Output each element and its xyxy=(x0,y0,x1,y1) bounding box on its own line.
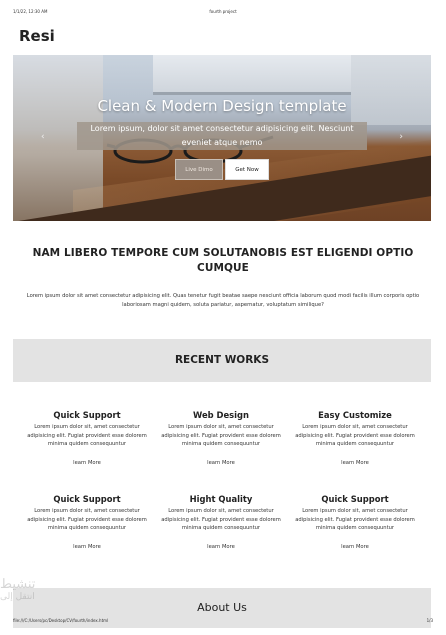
print-page-number: 1/3 xyxy=(426,618,433,623)
work-card: Hight Quality Lorem ipsum dolor sit, ame… xyxy=(158,492,284,552)
work-card-title: Hight Quality xyxy=(189,494,253,504)
work-card-text: Lorem ipsum dolor sit, amet consectetur … xyxy=(295,424,415,448)
hero-buttons: Live Dimo Get Now xyxy=(13,159,431,180)
get-now-button[interactable]: Get Now xyxy=(225,159,269,180)
print-title: fourth project xyxy=(209,9,237,14)
learn-more-link[interactable]: learn More xyxy=(341,460,369,466)
section-headline: NAM LIBERO TEMPORE CUM SOLUTANOBIS EST E… xyxy=(32,247,414,274)
work-card-text: Lorem ipsum dolor sit, amet consectetur … xyxy=(295,508,415,532)
learn-more-link[interactable]: learn More xyxy=(207,460,235,466)
hero-title: Clean & Modern Design template xyxy=(97,97,347,115)
work-card-title: Easy Customize xyxy=(318,410,392,420)
work-card-text: Lorem ipsum dolor sit, amet consectetur … xyxy=(161,424,281,448)
chevron-right-icon[interactable]: › xyxy=(399,132,403,142)
work-card-title: Quick Support xyxy=(53,494,121,504)
print-header: 1/1/22, 12:30 AM fourth project xyxy=(13,9,433,17)
work-card-title: Quick Support xyxy=(53,410,121,420)
intro-paragraph: Lorem ipsum dolor sit amet consectetur a… xyxy=(26,293,420,308)
recent-works-heading: RECENT WORKS xyxy=(174,354,270,366)
work-card-text: Lorem ipsum dolor sit, amet consectetur … xyxy=(27,424,147,448)
work-card-title: Web Design xyxy=(193,410,249,420)
learn-more-link[interactable]: learn More xyxy=(207,544,235,550)
live-demo-button[interactable]: Live Dimo xyxy=(175,159,223,180)
print-file-path: file:///C:/Users/pc/Desktop/CV/fourth/in… xyxy=(13,618,109,623)
watermark-line-2: انتقل إلى xyxy=(0,592,35,602)
watermark-line-1: تنشيط xyxy=(0,577,36,592)
site-logo[interactable]: Resi xyxy=(19,27,55,45)
work-card: Web Design Lorem ipsum dolor sit, amet c… xyxy=(158,408,284,468)
work-card-title: Quick Support xyxy=(321,494,389,504)
chevron-left-icon[interactable]: ‹ xyxy=(41,132,45,142)
work-card-text: Lorem ipsum dolor sit, amet consectetur … xyxy=(27,508,147,532)
print-footer: file:///C:/Users/pc/Desktop/CV/fourth/in… xyxy=(13,618,433,626)
about-heading: About Us xyxy=(197,601,247,614)
recent-works-band: RECENT WORKS xyxy=(13,339,431,382)
hero-background-laptop xyxy=(153,55,383,95)
hero-subtitle: Lorem ipsum, dolor sit amet consectetur … xyxy=(77,122,367,150)
activation-watermark: تنشيط انتقل إلى xyxy=(0,578,36,618)
hero-carousel: Clean & Modern Design template Lorem ips… xyxy=(13,55,431,221)
work-card: Quick Support Lorem ipsum dolor sit, ame… xyxy=(24,492,150,552)
work-card: Easy Customize Lorem ipsum dolor sit, am… xyxy=(292,408,418,468)
work-card: Quick Support Lorem ipsum dolor sit, ame… xyxy=(24,408,150,468)
learn-more-link[interactable]: learn More xyxy=(341,544,369,550)
work-card-text: Lorem ipsum dolor sit, amet consectetur … xyxy=(161,508,281,532)
work-card: Quick Support Lorem ipsum dolor sit, ame… xyxy=(292,492,418,552)
learn-more-link[interactable]: learn More xyxy=(73,544,101,550)
learn-more-link[interactable]: learn More xyxy=(73,460,101,466)
